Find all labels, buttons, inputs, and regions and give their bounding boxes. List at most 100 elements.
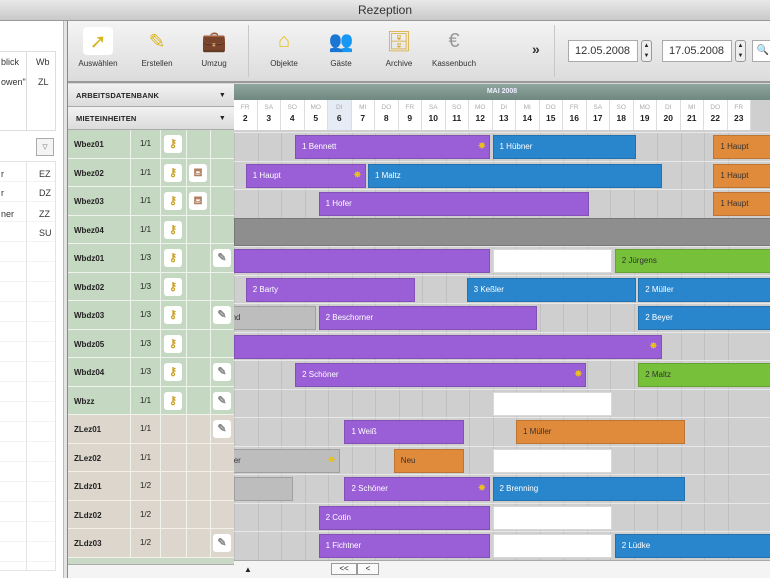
unit-row[interactable]: ZLez01 1/1 ✎ [68,415,234,444]
unit-row[interactable]: Wbdz04 1/3 ⚷ ✎ [68,358,234,387]
blocked-slot[interactable] [234,217,770,246]
unit-row[interactable]: Wbez01 1/1 ⚷ [68,130,234,159]
keys-icon[interactable]: ⚷ [164,192,182,210]
keys-icon[interactable]: ⚷ [164,334,182,353]
section-work-database[interactable]: ARBEITSDATENBANK ▼ [68,84,234,107]
booking-label: 2 Beyer [645,313,673,322]
keys-icon[interactable]: ⚷ [164,277,182,296]
day-header: SA 3 [257,100,281,130]
booking-label: 1 Weiß [351,427,377,436]
date-to-stepper[interactable]: ▲ ▼ [735,40,746,62]
unit-row[interactable]: Wbdz03 1/3 ⚷ ✎ [68,301,234,330]
guests-button[interactable]: 👥 Gäste [315,27,367,69]
chevron-down-icon: ▼ [218,115,226,122]
booking-bar[interactable]: 3 Keßler [466,277,636,302]
keys-icon[interactable]: ⚷ [164,391,182,410]
keys-icon[interactable]: ⚷ [164,249,182,267]
booking-bar[interactable]: 1 Weiß [344,420,465,444]
filter-icon[interactable]: ▿ [36,138,54,156]
date-from-field[interactable]: 12.05.2008 [568,40,638,62]
unit-row[interactable]: Wbdz05 1/3 ⚷ [68,329,234,358]
keys-icon[interactable]: ⚷ [164,363,182,381]
edit-icon[interactable]: ✎ [213,420,231,438]
booking-bar[interactable]: 2 Lüdke [614,534,770,558]
unit-occupancy: 1/1 [130,443,160,471]
unit-row[interactable]: Wbez02 1/1 ⚷ ⛾ [68,158,234,187]
unit-row[interactable]: Wbez04 1/1 ⚷ [68,215,234,244]
booking-bar[interactable]: 2 Beschorner [318,306,538,330]
date-from-stepper[interactable]: ▲ ▼ [641,40,652,62]
day-number: 11 [452,113,462,123]
edit-icon[interactable]: ✎ [213,534,231,552]
unit-row[interactable]: Wbez03 1/1 ⚷ ⛾ [68,187,234,216]
booking-bar[interactable]: 2 Jürgens [614,249,770,273]
weekday-label: SA [428,104,438,111]
booking-bar[interactable]: ✸ [234,334,662,359]
booking-bar[interactable]: 2 Maltz [638,363,770,387]
free-slot[interactable] [492,534,613,558]
booking-bar[interactable]: 1 Bennett ✸ [295,135,491,159]
prev-page-button[interactable]: < [357,563,379,575]
edit-icon[interactable]: ✎ [213,249,231,267]
archive-button[interactable]: 🗄 Archive [373,27,425,69]
booking-label: 1 Haupt [252,170,281,180]
booking-bar[interactable]: 2 Schöner ✸ [295,363,587,387]
booking-bar[interactable]: 2 Barty [245,277,415,302]
booking-bar[interactable]: 1 Haupt [713,135,770,159]
booking-bar[interactable]: 1 Haupt ✸ [245,163,366,188]
section-units[interactable]: MIETEINHEITEN ▼ [68,107,234,130]
unit-row[interactable]: Wbzz 1/1 ⚷ ✎ [68,386,234,415]
edit-icon[interactable]: ✎ [213,391,231,410]
booking-bar[interactable]: 1 Haupt [713,192,770,216]
scroll-handle[interactable]: ▲ [244,565,252,574]
select-button[interactable]: ➚ Auswählen [72,27,124,68]
edit-icon[interactable]: ✎ [213,306,231,324]
booking-bar[interactable] [234,249,491,273]
unit-occupancy: 1/1 [130,158,160,186]
row-line [234,531,770,532]
more-tools-button[interactable]: » [532,41,540,57]
edit-icon[interactable]: ✎ [213,363,231,381]
keys-icon[interactable]: ⚷ [164,306,182,324]
booking-bar[interactable]: 1 Müller [516,420,686,444]
booking-bar[interactable]: 2 Müller [638,277,770,302]
create-button[interactable]: ✎ Erstellen [131,27,183,69]
booking-bar[interactable]: Neu [393,448,465,473]
booking-bar[interactable]: 2 Cotin [318,505,491,530]
unit-row[interactable]: ZLez02 1/1 [68,443,234,472]
blocked-slot[interactable]: ner ✸ [234,448,340,473]
booking-bar[interactable]: 1 Haupt [713,163,770,188]
booking-bar[interactable]: 1 Hofer [318,192,589,216]
day-header: FR 16 [563,100,587,130]
keys-icon[interactable]: ⚷ [164,220,182,239]
objects-button[interactable]: ⌂ Objekte [258,27,310,69]
weekday-label: MO [639,104,650,111]
free-slot[interactable] [492,391,613,416]
booking-bar[interactable]: 1 Fichtner [318,534,491,558]
move-button[interactable]: 💼 Umzug [188,27,240,69]
day-number: 2 [242,113,248,123]
free-slot[interactable] [492,249,613,273]
booking-bar[interactable]: 2 Schöner ✸ [344,477,491,501]
free-slot[interactable] [492,505,613,530]
bed-icon[interactable]: ⛾ [189,192,207,210]
booking-bar[interactable]: 1 Hübner [492,135,636,159]
keys-icon[interactable]: ⚷ [164,163,182,182]
unit-row[interactable]: Wbdz01 1/3 ⚷ ✎ [68,244,234,273]
booking-bar[interactable]: 2 Beyer [638,306,770,330]
blocked-slot[interactable]: nd [234,306,317,330]
booking-bar[interactable]: 1 Maltz [367,163,662,188]
booking-bar[interactable]: 2 Brenning [492,477,686,501]
search-icon[interactable]: 🔍 [752,40,770,62]
unit-row[interactable]: ZLdz03 1/2 ✎ [68,529,234,558]
unit-row[interactable]: ZLdz02 1/2 [68,500,234,529]
cashbook-button[interactable]: € Kassenbuch [428,27,480,69]
unit-row[interactable]: ZLdz01 1/2 [68,472,234,501]
free-slot[interactable] [492,448,613,473]
keys-icon[interactable]: ⚷ [164,135,182,153]
unit-row[interactable]: Wbdz02 1/3 ⚷ [68,272,234,301]
blocked-slot[interactable] [234,477,293,501]
bed-icon[interactable]: ⛾ [189,163,207,182]
date-to-field[interactable]: 17.05.2008 [662,40,732,62]
first-page-button[interactable]: << [331,563,357,575]
